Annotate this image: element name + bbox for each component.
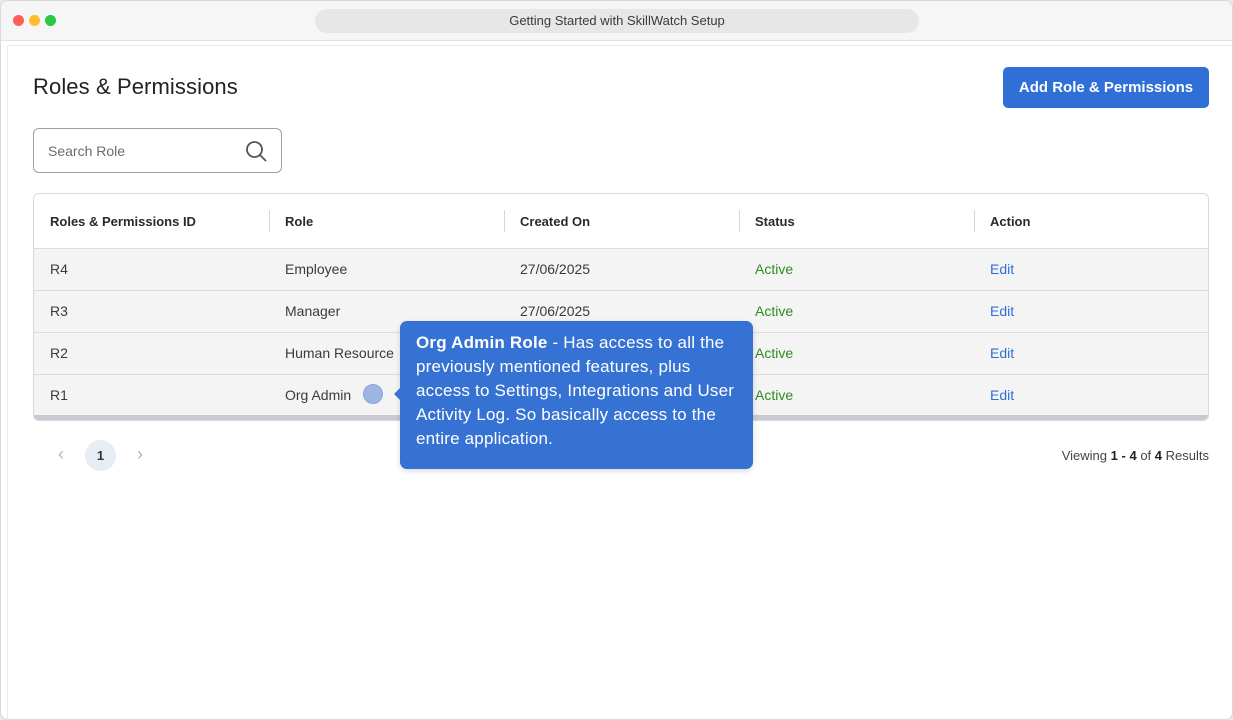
cell-id: R4 <box>50 261 68 277</box>
close-window-button[interactable] <box>13 15 24 26</box>
status-badge: Active <box>755 345 794 361</box>
window-titlebar: Getting Started with SkillWatch Setup <box>1 1 1232 41</box>
range-start: 1 <box>1110 448 1118 463</box>
edit-link[interactable]: Edit <box>990 291 1014 332</box>
table-row: R4 Employee 27/06/2025 Active Edit <box>34 249 1208 291</box>
column-divider <box>739 210 740 232</box>
cell-id: R1 <box>50 387 68 403</box>
column-header-created-on: Created On <box>520 214 591 229</box>
page-title: Roles & Permissions <box>33 74 238 99</box>
search-box <box>33 128 282 173</box>
status-badge: Active <box>755 303 794 319</box>
cell-id: R2 <box>50 345 68 361</box>
search-icon[interactable] <box>244 139 268 163</box>
add-role-permissions-button[interactable]: Add Role & Permissions <box>1003 67 1209 108</box>
cell-id: R3 <box>50 303 68 319</box>
window-title: Getting Started with SkillWatch Setup <box>315 9 919 33</box>
pagination-page-button[interactable]: 1 <box>85 440 116 471</box>
results-summary: Viewing 1 - 4 of 4 Results <box>1062 448 1209 463</box>
range-separator: - <box>1121 448 1126 463</box>
results-label: Results <box>1165 448 1209 463</box>
column-divider <box>974 210 975 232</box>
cell-role: Employee <box>285 261 348 277</box>
results-total: 4 <box>1154 448 1163 463</box>
tour-hotspot-dot[interactable] <box>363 384 383 404</box>
tooltip-arrow <box>394 388 400 400</box>
tour-tooltip: Org Admin Role - Has access to all the p… <box>394 321 753 469</box>
edit-link[interactable]: Edit <box>990 375 1014 416</box>
column-header-role: Role <box>285 214 314 229</box>
table-header: Roles & Permissions ID Role Created On S… <box>34 194 1208 249</box>
cell-role: Human Resource <box>285 345 394 361</box>
range-end: 4 <box>1129 448 1137 463</box>
maximize-window-button[interactable] <box>45 15 56 26</box>
column-divider <box>504 210 505 232</box>
cell-created-on: 27/06/2025 <box>520 261 591 277</box>
status-badge: Active <box>755 387 794 403</box>
column-divider <box>269 210 270 232</box>
roles-permissions-page: Roles & Permissions Add Role & Permissio… <box>7 45 1232 719</box>
browser-window: Getting Started with SkillWatch Setup Ro… <box>0 0 1233 720</box>
minimize-window-button[interactable] <box>29 15 40 26</box>
cell-role: Org Admin <box>285 387 352 403</box>
edit-link[interactable]: Edit <box>990 333 1014 374</box>
status-badge: Active <box>755 261 794 277</box>
column-header-action: Action <box>990 214 1031 229</box>
column-header-status: Status <box>755 214 795 229</box>
of-label: of <box>1140 448 1152 463</box>
viewing-label: Viewing <box>1061 448 1107 463</box>
cell-role: Manager <box>285 303 341 319</box>
chevron-left-icon[interactable]: ‹ <box>54 444 68 464</box>
tooltip-title: Org Admin Role <box>416 333 548 352</box>
column-header-id: Roles & Permissions ID <box>50 214 196 229</box>
search-role-input[interactable] <box>48 141 238 161</box>
edit-link[interactable]: Edit <box>990 249 1014 290</box>
chevron-right-icon[interactable]: › <box>133 444 147 464</box>
